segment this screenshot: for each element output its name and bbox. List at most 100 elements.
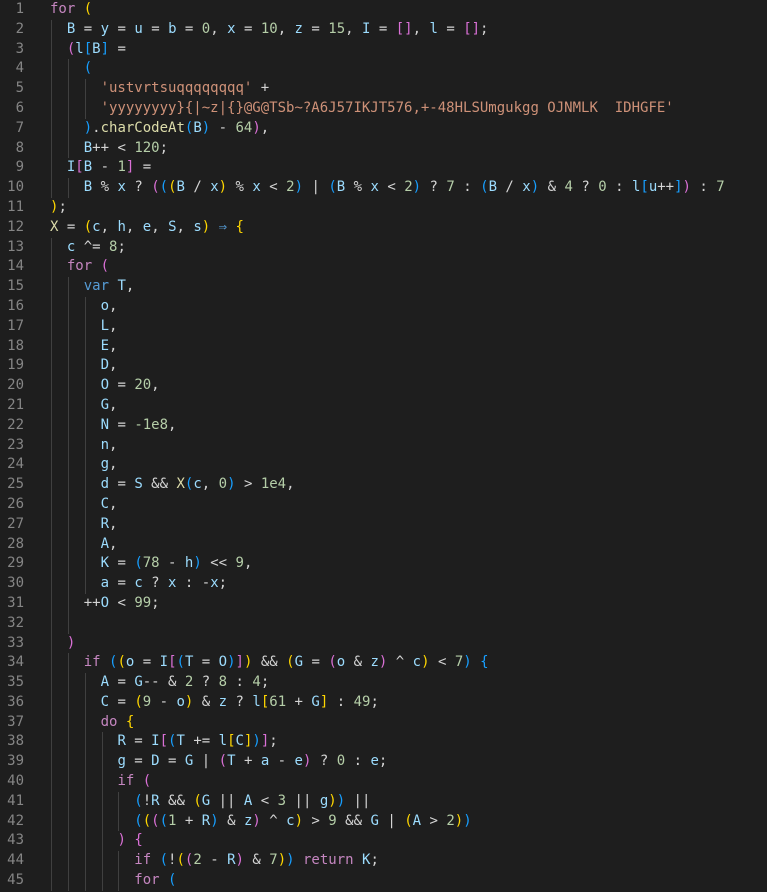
indent-guide (67, 732, 69, 753)
code-token: D (100, 357, 110, 374)
code-token: [ (227, 733, 236, 750)
code-line[interactable]: 6 'yyyyyyyy}{|~z|{}@G@TSb~?A6J57IKJT576,+… (0, 98, 767, 119)
code-line[interactable]: 41 (!R && (G || A < 3 || g)) || (0, 791, 767, 812)
code-token: B (83, 159, 93, 176)
code-token: l (75, 40, 84, 57)
code-line[interactable]: 25 d = S && X(c, 0) > 1e4, (0, 475, 767, 495)
code-text: a = c ? x : -x; (101, 574, 228, 594)
code-line[interactable]: 29 K = (78 - h) << 9, (0, 554, 767, 575)
code-line[interactable]: 40 if ( (0, 772, 767, 792)
code-line[interactable]: 33) (0, 633, 767, 654)
code-line[interactable]: 34 if ((o = I[(T = O)]) && (G = (o & z) ^… (0, 653, 767, 674)
code-line[interactable]: 16 o, (0, 296, 767, 317)
code-text: B % x ? (((B / x) % x < 2) | (B % x < 2)… (84, 178, 725, 198)
code-token: , (109, 495, 118, 512)
code-line[interactable]: 17 L, (0, 316, 767, 337)
code-token: , (151, 218, 169, 235)
code-line[interactable]: 2 B = y = u = b = 0, x = 10, z = 15, I = … (0, 19, 767, 40)
indent-guide (84, 752, 86, 773)
code-line[interactable]: 30 a = c ? x : -x; (0, 574, 767, 594)
indent-guide (51, 772, 52, 792)
code-line[interactable]: 28 A, (0, 534, 767, 555)
code-line[interactable]: 39 g = D = G | (T + a - e) ? 0 : e; (0, 752, 767, 773)
indent-guide (84, 673, 86, 693)
code-line[interactable]: 14 for ( (0, 257, 767, 278)
code-line[interactable]: 7).charCodeAt(B) - 64), (0, 118, 767, 139)
code-token: A (100, 535, 110, 552)
code-token: -- & (142, 674, 185, 691)
indent-guide (84, 851, 86, 872)
code-line[interactable]: 10 B % x ? (((B / x) % x < 2) | (B % x < … (0, 178, 767, 198)
code-token: || (286, 792, 320, 809)
code-line[interactable]: 9 I[B - 1] = (0, 158, 767, 179)
code-editor[interactable]: 1 for (2 B = y = u = b = 0, x = 10, z = 15… (0, 0, 767, 892)
indent-guide (51, 336, 52, 357)
code-token: 2 (286, 179, 295, 196)
code-token: ( (328, 654, 337, 671)
code-line[interactable]: 11); (0, 198, 767, 218)
code-line[interactable]: 19 D, (0, 356, 767, 377)
code-token: x (522, 179, 531, 196)
indent-guide (67, 554, 69, 575)
indent-guide (51, 633, 52, 654)
code-token: , (201, 476, 219, 493)
code-line[interactable]: 13 c ^= 8; (0, 237, 767, 258)
line-number: 13 (7, 238, 24, 255)
code-token: ) (117, 832, 126, 849)
code-line[interactable]: 24 g, (0, 455, 767, 476)
code-line[interactable]: 8 B++ < 120; (0, 138, 767, 159)
code-token: ( (159, 812, 169, 829)
line-number: 2 (15, 20, 24, 37)
code-token: G (201, 792, 211, 809)
line-number: 43 (7, 832, 24, 849)
indent-guide (67, 692, 69, 713)
indent-guide (67, 435, 69, 456)
code-line[interactable]: 18 E, (0, 336, 767, 357)
code-line[interactable]: 5 'ustvrtsuqqqqqqqq' + (0, 79, 767, 99)
line-number: 11 (7, 198, 24, 215)
line-number: 14 (7, 258, 24, 275)
code-token: c (286, 812, 295, 829)
code-line[interactable]: 45 for ( (0, 871, 767, 891)
code-line[interactable]: 43) { (0, 831, 767, 852)
code-line[interactable]: 3 (l[B] = (0, 39, 767, 60)
code-line[interactable]: 21 G, (0, 395, 767, 416)
code-line[interactable]: 12 X = (c, h, e, S, s) ⇒ { (0, 218, 767, 238)
code-text: for ( (67, 257, 109, 277)
code-token: B (193, 119, 202, 136)
code-token: = (370, 20, 396, 37)
line-number: 29 (7, 555, 24, 572)
code-line[interactable]: 38 R = I[(T += l[C])]; (0, 732, 767, 753)
code-line[interactable]: 4( (0, 59, 767, 80)
code-line[interactable]: 26 C, (0, 494, 767, 515)
indent-guide (84, 455, 86, 476)
code-line[interactable]: 20 O = 20, (0, 376, 767, 396)
code-line[interactable]: 37 do { (0, 712, 767, 733)
code-line[interactable]: 15 var T, (0, 277, 767, 297)
code-token: << (201, 555, 236, 572)
code-line[interactable]: 23 n, (0, 435, 767, 456)
code-token: + (286, 693, 312, 710)
code-token: & (345, 654, 371, 671)
code-token: ) (286, 852, 295, 869)
code-line[interactable]: 35 A = G-- & 2 ? 8 : 4; (0, 673, 767, 693)
indent-guide (67, 752, 69, 773)
code-line[interactable]: 44 if (!((2 - R) & 7)) return K; (0, 851, 767, 872)
code-token: B (83, 139, 93, 156)
line-number: 6 (15, 99, 24, 116)
code-token: = (125, 753, 152, 770)
code-line[interactable]: 36 C = (9 - o) & z ? l[61 + G] : 49; (0, 692, 767, 713)
code-line[interactable]: 32 (0, 613, 767, 634)
code-line[interactable]: 1 for ( (0, 0, 767, 20)
code-line[interactable]: 42 ((((1 + R) & z) ^ c) > 9 && G | (A > 2… (0, 811, 767, 832)
code-line[interactable]: 27 R, (0, 514, 767, 535)
code-token: [] (463, 20, 481, 37)
code-token: a (260, 753, 270, 770)
code-token: { (125, 713, 135, 730)
code-token: do (100, 713, 118, 730)
code-line[interactable]: 31 ++O < 99; (0, 593, 767, 614)
code-line[interactable]: 22 N = -1e8, (0, 415, 767, 436)
code-token: ( (176, 654, 185, 671)
code-token: , (277, 20, 295, 37)
